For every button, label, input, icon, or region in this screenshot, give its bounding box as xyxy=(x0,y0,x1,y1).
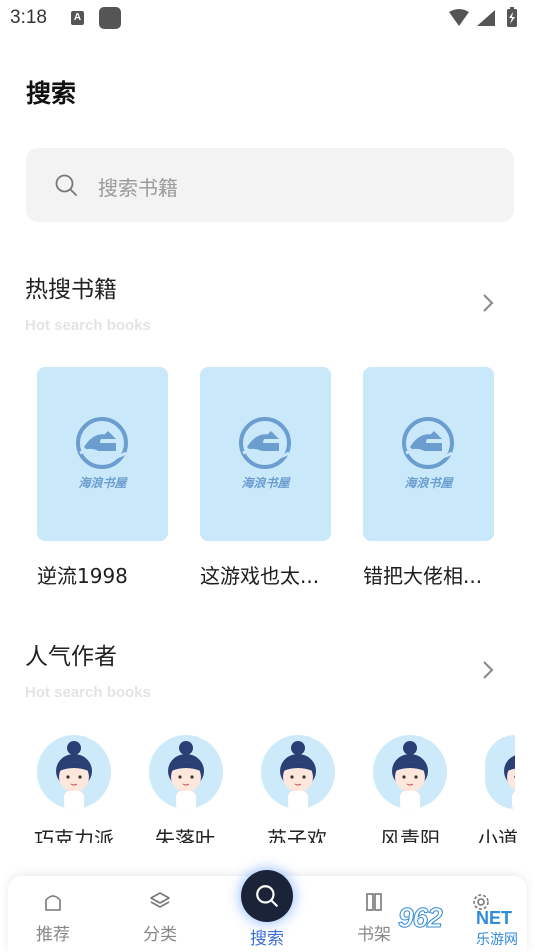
search-input[interactable]: 搜索书籍 xyxy=(26,148,514,222)
avatar-girl-icon xyxy=(56,741,92,809)
book-card[interactable]: 海浪书屋 xyxy=(200,367,331,541)
nav-tab-recommend[interactable]: 推荐 xyxy=(18,876,88,952)
book-title[interactable]: 错把大佬相... xyxy=(363,560,482,589)
author-avatar[interactable] xyxy=(37,735,111,809)
author-avatar[interactable] xyxy=(485,735,515,809)
signal-icon xyxy=(477,10,495,26)
author-name[interactable]: 风青阳 xyxy=(380,826,440,843)
status-bar: 3:18 A xyxy=(0,0,535,38)
author-avatar[interactable] xyxy=(149,735,223,809)
book-cover-logo-icon xyxy=(239,417,291,469)
home-icon xyxy=(45,895,61,911)
book-cover-logo-text: 海浪书屋 xyxy=(78,476,127,490)
search-icon xyxy=(55,174,77,196)
layers-icon xyxy=(150,892,170,908)
bookshelf-icon xyxy=(366,893,382,911)
author-avatar[interactable] xyxy=(261,735,335,809)
book-cover-logo-text: 海浪书屋 xyxy=(241,476,290,490)
author-name[interactable]: 苏子欢 xyxy=(267,826,327,843)
book-cover-logo-icon xyxy=(76,417,128,469)
search-placeholder: 搜索书籍 xyxy=(98,176,178,200)
page-title: 搜索 xyxy=(26,79,77,108)
author-name[interactable]: 小道 xyxy=(478,826,523,843)
hot-books-subtitle: Hot search books xyxy=(25,317,151,334)
author-name[interactable]: 巧克力派 xyxy=(34,826,114,843)
nav-label-category: 分类 xyxy=(143,925,177,945)
wifi-icon xyxy=(449,9,469,26)
hot-books-more-chevron-icon[interactable] xyxy=(480,292,496,314)
nav-search-bubble xyxy=(241,870,293,922)
avatar-girl-icon xyxy=(280,741,316,809)
hot-books-title: 热搜书籍 xyxy=(25,277,117,303)
avatar-girl-icon xyxy=(392,741,428,809)
book-title[interactable]: 逆流1998 xyxy=(37,560,128,589)
popular-authors-title: 人气作者 xyxy=(25,644,117,670)
status-time: 3:18 xyxy=(10,7,47,28)
nav-label-recommend: 推荐 xyxy=(36,925,70,945)
popular-authors-more-chevron-icon[interactable] xyxy=(480,659,496,681)
search-icon xyxy=(256,885,278,907)
popular-authors-subtitle: Hot search books xyxy=(25,684,151,701)
book-cover-logo-icon xyxy=(402,417,454,469)
author-avatar[interactable] xyxy=(373,735,447,809)
book-title[interactable]: 这游戏也太... xyxy=(200,560,319,589)
nav-tab-search[interactable]: 搜索 xyxy=(232,870,302,952)
book-card[interactable]: 海浪书屋 xyxy=(37,367,168,541)
watermark-number: 962 xyxy=(398,902,444,934)
watermark-logo: 962 NET 乐游网 xyxy=(398,902,530,949)
watermark-sub: 乐游网 xyxy=(476,932,518,948)
status-indicators-icon xyxy=(449,7,517,27)
nav-label-search: 搜索 xyxy=(250,929,284,949)
notification-a-icon: A xyxy=(71,11,84,25)
notification-app-icon xyxy=(99,7,121,29)
avatar-girl-icon xyxy=(168,741,204,809)
watermark-net: NET xyxy=(476,908,512,928)
author-name[interactable]: 失落叶 xyxy=(155,826,215,843)
nav-tab-category[interactable]: 分类 xyxy=(125,876,195,952)
book-card[interactable]: 海浪书屋 xyxy=(363,367,494,541)
avatar-girl-icon xyxy=(504,755,515,809)
book-cover-logo-text: 海浪书屋 xyxy=(404,476,453,490)
